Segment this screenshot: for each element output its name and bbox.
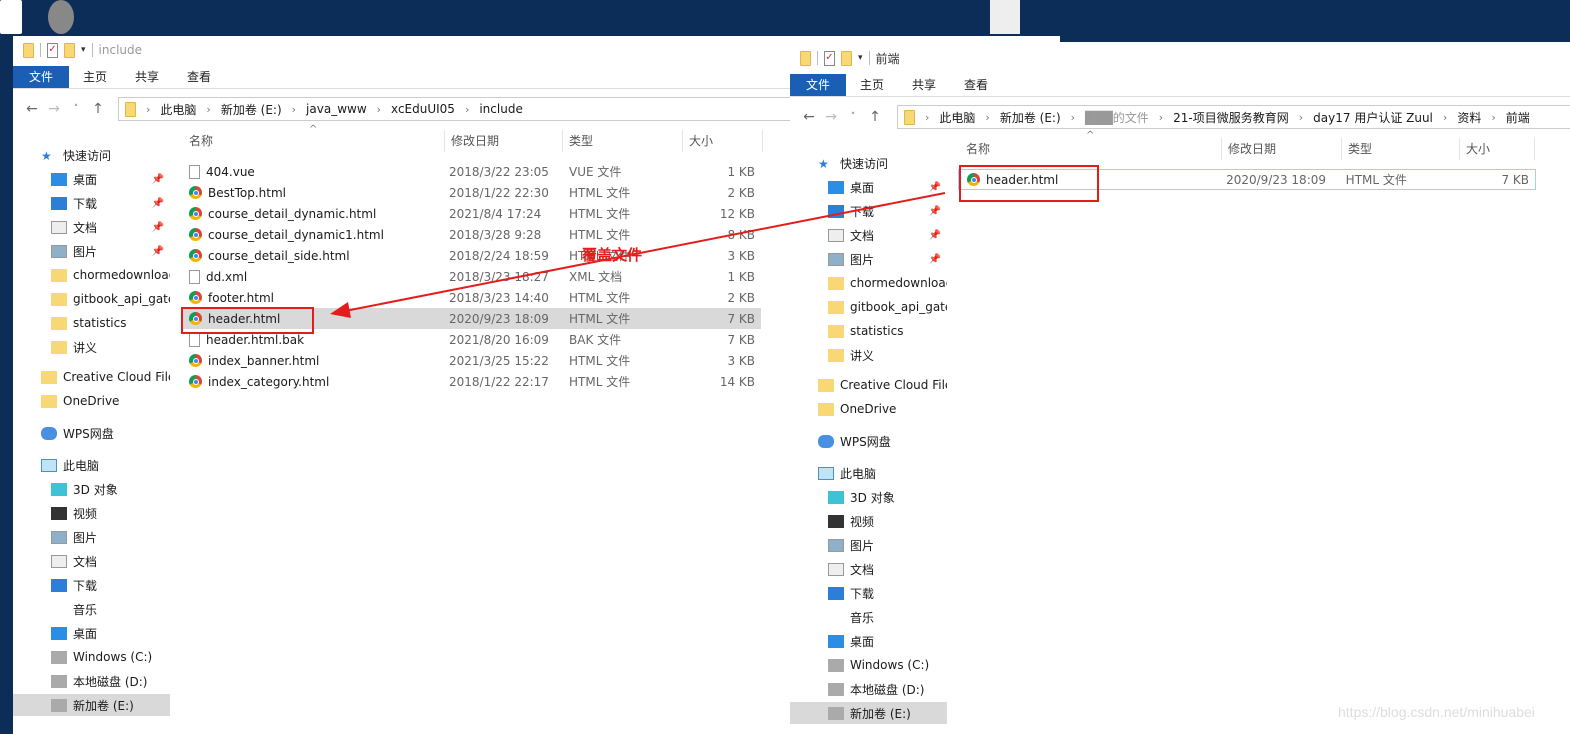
copy-arrow [330, 192, 946, 318]
arrow-head [330, 302, 351, 318]
arrow-line [344, 192, 946, 312]
watermark: https://blog.csdn.net/minihuabei [1338, 704, 1535, 720]
annotation-label: 覆盖文件 [582, 246, 643, 264]
